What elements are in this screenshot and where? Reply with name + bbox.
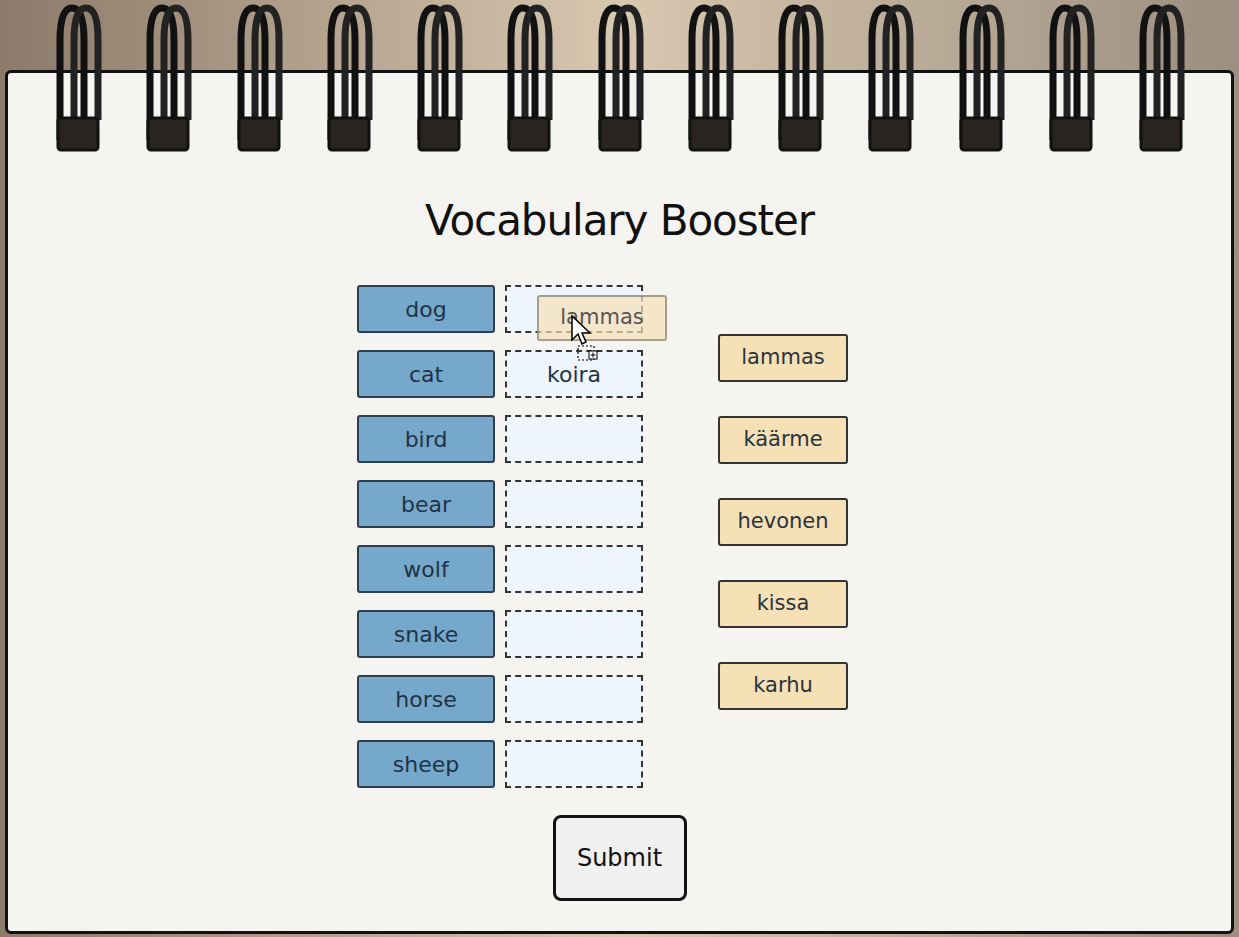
app-title: Vocabulary Booster [425, 191, 814, 251]
drop-zone[interactable] [505, 480, 643, 528]
drag-ghost[interactable]: lammas [537, 295, 667, 341]
submit-button[interactable]: Submit [553, 815, 687, 901]
word-box: sheep [357, 740, 495, 788]
drop-zone[interactable] [505, 610, 643, 658]
spiral-ring-icon [1133, 0, 1189, 152]
cursor-icon [570, 314, 604, 362]
drop-zone[interactable] [505, 675, 643, 723]
spiral-ring-icon [50, 0, 106, 152]
option-chip[interactable]: hevonen [718, 498, 848, 546]
option-list: lammas käärme hevonen kissa karhu [718, 334, 848, 788]
pair-row: bird [357, 415, 643, 463]
word-box: wolf [357, 545, 495, 593]
option-chip[interactable]: lammas [718, 334, 848, 382]
pair-row: snake [357, 610, 643, 658]
spiral-ring-icon [501, 0, 557, 152]
word-box: bear [357, 480, 495, 528]
pair-row: horse [357, 675, 643, 723]
drop-zone[interactable] [505, 415, 643, 463]
pair-row: wolf [357, 545, 643, 593]
word-box: snake [357, 610, 495, 658]
spiral-ring-icon [231, 0, 287, 152]
pair-row: catkoira [357, 350, 643, 398]
word-box: dog [357, 285, 495, 333]
spiral-binding [0, 0, 1239, 152]
drop-zone[interactable] [505, 545, 643, 593]
drop-zone[interactable]: koira [505, 350, 643, 398]
spiral-ring-icon [772, 0, 828, 152]
spiral-ring-icon [953, 0, 1009, 152]
spiral-ring-icon [592, 0, 648, 152]
spiral-ring-icon [862, 0, 918, 152]
spiral-ring-icon [1043, 0, 1099, 152]
option-chip[interactable]: karhu [718, 662, 848, 710]
option-chip[interactable]: kissa [718, 580, 848, 628]
pair-list: dogcatkoirabirdbearwolfsnakehorsesheep [357, 285, 643, 788]
spiral-ring-icon [321, 0, 377, 152]
word-box: horse [357, 675, 495, 723]
spiral-ring-icon [411, 0, 467, 152]
pair-row: bear [357, 480, 643, 528]
drop-zone[interactable] [505, 740, 643, 788]
app-root: Vocabulary Boosterdogcatkoirabirdbearwol… [0, 0, 1239, 937]
pair-row: sheep [357, 740, 643, 788]
word-box: cat [357, 350, 495, 398]
word-box: bird [357, 415, 495, 463]
spiral-ring-icon [140, 0, 196, 152]
notebook-page: Vocabulary Boosterdogcatkoirabirdbearwol… [5, 70, 1234, 934]
option-chip[interactable]: käärme [718, 416, 848, 464]
spiral-ring-icon [682, 0, 738, 152]
